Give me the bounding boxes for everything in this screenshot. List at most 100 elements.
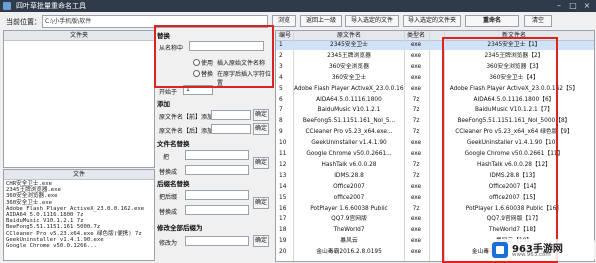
prefix-add-label: 原文件名【前】添加 [159,114,214,121]
row-number: 8 [279,118,283,125]
rename-button[interactable]: 重命名 [465,15,519,27]
ext-to-label: 替换成 [159,209,178,216]
suffix-add-label: 原文件名【后】添加 [159,128,214,135]
watermark-logo-icon [492,242,508,258]
row-original-name: PotPlayer 1.6.60038 Public [310,205,388,212]
row-type: exe [410,216,422,223]
minimize-icon[interactable]: – [552,1,566,11]
file-list-item[interactable]: CCleaner Pro v5.23.x64.exe 绿色版(便携) 7z [6,231,144,237]
clear-button[interactable]: 清空 [524,15,552,27]
row-original-name: BaiduMusic V10.1.2.1 [317,107,381,114]
window-title: 四叶草批量重命名工具 [16,2,86,10]
prefix-ok-button[interactable]: 确定 [253,109,269,121]
watermark-url: www.963.com [512,252,551,258]
row-original-name: QQ7.9官网版 [331,216,367,223]
file-list[interactable]: 文件 CHR安全卫士.exe 2345王牌浏览器.exe 360安全浏览器.exe 3… [3,169,155,261]
row-type: 7z [412,172,420,179]
path-label: 当前位置： [6,18,41,26]
start-at-label: 开始于 [159,89,178,96]
row-original-name: 360安全卫士 [331,74,367,81]
left-panel: 文件夹 文件 CHR安全卫士.exe 2345王牌浏览器.exe 360安全浏览器.… [3,30,155,261]
row-number: 18 [279,227,287,234]
row-type: exe [410,140,422,147]
row-original-name: 金山毒霸2016.2.8.0195 [316,249,382,256]
row-number: 9 [279,129,283,136]
browse-button[interactable]: 浏览 [272,15,296,27]
row-type: 7z [412,129,420,136]
row-type: exe [410,151,422,157]
row-type: exe [410,74,422,81]
row-number: 5 [279,85,283,92]
app-window: 四叶草批量重命名工具 – □ × 当前位置： C:\小手机版\软件 浏览 返回上… [0,0,596,263]
import-files-button[interactable]: 导入选定的文件 [345,15,399,27]
highlight-box-new-names [442,37,558,263]
suffix-add-input[interactable] [211,124,251,134]
col-name-header: 原文件名 [336,32,361,39]
row-original-name: 2345王牌浏览器 [327,52,371,59]
file-header: 文件 [4,170,154,180]
row-original-name: IDMS.28.8 [334,172,364,179]
row-number: 14 [279,183,287,190]
row-number: 19 [279,238,287,245]
row-original-name: AIDA64.5.0.1116.1800 [316,96,382,103]
row-type: exe [410,52,422,59]
ext-replace-ok-button[interactable]: 确定 [253,197,269,209]
row-number: 16 [279,205,287,212]
row-original-name: Google Chrome v50.0.2661... [306,151,392,157]
import-folder-button[interactable]: 导入选定的文件夹 [403,15,461,27]
row-original-name: Office2007 [333,183,365,190]
up-level-button[interactable]: 返回上一级 [300,15,342,27]
close-icon[interactable]: × [580,1,594,11]
row-number: 13 [279,172,287,179]
maximize-icon[interactable]: □ [566,1,580,11]
row-original-name: CCleaner Pro v5.23_x64.exe... [305,129,393,136]
row-number: 17 [279,216,287,223]
col-no-header: 编号 [279,32,292,39]
row-type: exe [410,238,422,245]
row-number: 10 [279,140,287,147]
path-row: 当前位置： C:\小手机版\软件 浏览 返回上一级 导入选定的文件 导入选定的文… [2,15,594,28]
replace-from-input[interactable] [185,150,249,160]
row-original-name: 暴风云 [340,238,358,245]
highlight-box-options [154,25,274,88]
ext-to-input[interactable] [185,205,249,215]
ext-from-label: 把后缀 [159,194,178,201]
row-number: 12 [279,161,287,168]
row-original-name: GeekUninstaller v1.4.1.90 [311,140,387,147]
app-icon [3,2,11,10]
row-original-name: BeeFong5.51.1151.161_NoI_5... [302,118,396,125]
row-type: exe [410,249,422,256]
row-type: exe [410,227,422,234]
folder-tree[interactable]: 文件夹 [3,30,155,168]
row-number: 6 [279,96,283,103]
row-type: exe [410,63,422,70]
title-bar: 四叶草批量重命名工具 – □ × [0,0,596,12]
row-number: 11 [279,151,287,157]
row-original-name: TheWorld7 [333,227,365,234]
row-type: 7z [412,107,420,114]
row-type: 7z [412,161,420,168]
replace-to-input[interactable] [185,165,249,175]
filename-replace-title: 文件名替换 [157,140,190,148]
prefix-add-input[interactable] [211,110,251,120]
row-number: 15 [279,194,287,201]
row-type: exe [410,183,422,190]
modify-ext-ok-button[interactable]: 确定 [253,235,269,247]
row-original-name: Adobe Flash Player ActiveX_23.0.0.162 [294,85,404,92]
ext-from-input[interactable] [185,190,249,200]
add-section-title: 添加 [157,100,170,108]
col-ext-header: 类型名 [406,32,425,39]
filename-replace-ok-button[interactable]: 确定 [253,157,269,169]
row-original-name: 360安全浏览器 [328,63,370,70]
row-number: 1 [279,42,283,48]
extension-replace-title: 后缀名替换 [157,180,190,188]
row-number: 3 [279,63,283,70]
modify-ext-select[interactable] [185,236,249,246]
row-original-name: HashTalk v6.0.0.28 [321,161,377,168]
file-list-item[interactable]: Google Chrome v50.0.1266... [6,243,144,249]
replace-to-label: 替换成 [159,169,178,176]
suffix-ok-button[interactable]: 确定 [253,123,269,135]
row-original-name: 2345安全卫士 [330,42,368,48]
site-watermark: 963手游网 www.963.com [489,239,595,261]
row-type: exe [410,85,422,92]
